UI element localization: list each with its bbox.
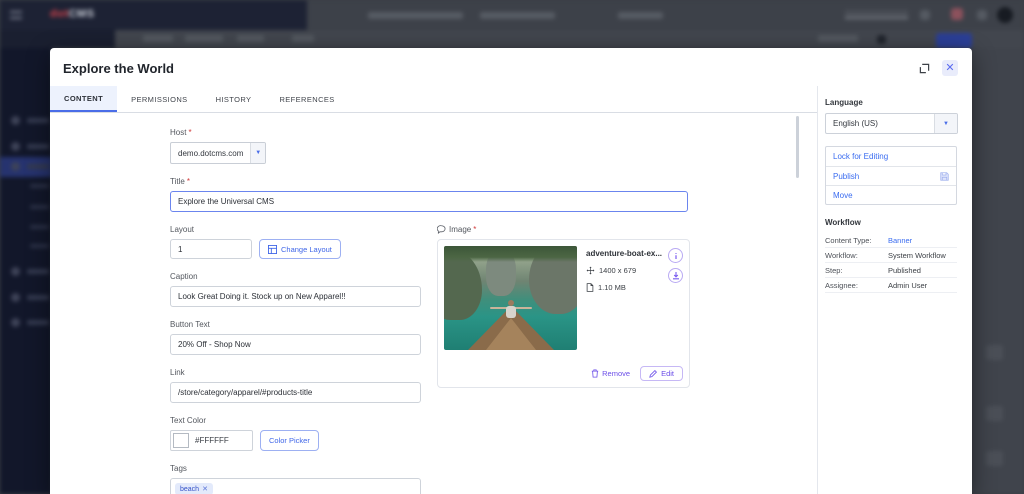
tags-input[interactable]: beach [170,478,421,494]
chip-remove-icon[interactable] [202,485,208,493]
color-picker-button[interactable]: Color Picker [260,430,319,451]
dialog-title: Explore the World [63,61,958,76]
download-icon[interactable] [668,268,683,283]
image-label: Image [449,225,476,234]
host-select[interactable]: demo.dotcms.com ▼ [170,142,266,164]
workflow-row: Workflow: System Workflow [825,248,957,263]
caption-input[interactable] [170,286,421,307]
layout-input[interactable] [170,239,252,259]
toolbar-item [143,35,173,42]
color-swatch[interactable] [173,433,189,448]
caption-label: Caption [170,272,421,281]
link-input[interactable] [170,382,421,403]
chevron-down-icon[interactable]: ▼ [934,114,957,133]
toolbar-item [292,35,314,42]
expand-icon[interactable] [916,60,932,76]
app-topbar: dotCMS [0,0,1024,30]
tab-references[interactable]: REFERENCES [265,86,348,112]
topbar-brand-area: dotCMS [0,0,307,30]
dimensions-icon [586,266,595,275]
notifications-icon[interactable] [951,8,963,20]
grid-icon [268,245,277,254]
dialog-main: CONTENT PERMISSIONS HISTORY REFERENCES H… [50,86,817,494]
title-input[interactable] [170,191,688,212]
language-label: Language [825,98,957,107]
chevron-down-icon[interactable]: ▼ [250,143,265,163]
dialog-side-panel: Language English (US) ▼ Lock for Editing… [817,86,972,494]
global-search-input[interactable] [845,10,908,19]
toolbar-item [237,35,264,42]
move-action[interactable]: Move [826,185,956,204]
workflow-row: Step: Published [825,263,957,278]
toolbar-toggle [877,35,886,44]
rail-icon [986,345,1003,360]
tags-label: Tags [170,464,421,473]
pencil-icon [649,370,657,378]
image-dimensions: 1400 x 679 [599,266,636,275]
content-type-link[interactable]: Banner [888,236,912,245]
tag-chip: beach [175,483,213,494]
language-value: English (US) [826,114,934,133]
screen: dotCMS [0,0,1024,494]
workflow-actions-list: Lock for Editing Publish Move [825,146,957,205]
content-form: Host demo.dotcms.com ▼ Title La [50,113,817,494]
publish-action[interactable]: Publish [826,166,956,185]
file-icon [586,283,594,292]
toolbar-item [818,35,858,42]
avatar[interactable] [997,7,1013,23]
close-icon[interactable]: ✕ [942,60,958,76]
app-sidebar [0,48,52,494]
button-text-label: Button Text [170,320,421,329]
toolbar-item [185,35,223,42]
breadcrumb [618,12,663,19]
workflow-row: Content Type: Banner [825,233,957,248]
text-color-label: Text Color [170,416,421,425]
edit-content-dialog: Explore the World ✕ CONTENT PERMISSIONS … [50,48,972,494]
sidebar-top [0,30,115,48]
breadcrumb [480,12,555,19]
change-layout-button[interactable]: Change Layout [259,239,341,259]
topbar-icon[interactable] [920,10,930,20]
rail-icon [986,406,1003,421]
save-icon [940,172,949,181]
tab-bar: CONTENT PERMISSIONS HISTORY REFERENCES [50,86,817,113]
tab-history[interactable]: HISTORY [202,86,266,112]
link-label: Link [170,368,421,377]
breadcrumb [368,12,463,19]
color-value-box[interactable] [170,430,253,451]
image-field-card: adventure-boat-ex... 1400 x 679 1.10 MB [437,239,690,388]
lock-for-editing-action[interactable]: Lock for Editing [826,147,956,166]
image-filesize: 1.10 MB [598,283,626,292]
info-icon[interactable] [668,248,683,263]
hex-input[interactable] [195,436,243,445]
rail-icon [986,451,1003,466]
menu-icon[interactable] [10,11,22,19]
image-filename: adventure-boat-ex... [586,249,662,258]
app-subtoolbar [0,30,1024,48]
scrollbar[interactable] [796,116,799,178]
edit-image-button[interactable]: Edit [640,366,683,381]
comment-icon [437,225,446,234]
layout-label: Layout [170,225,421,234]
help-icon[interactable] [977,10,987,20]
host-value: demo.dotcms.com [171,143,250,163]
remove-image-button[interactable]: Remove [591,369,630,378]
app-logo: dotCMS [50,8,95,20]
workflow-label: Workflow [825,218,957,227]
tab-content[interactable]: CONTENT [50,86,117,112]
workflow-row: Assignee: Admin User [825,278,957,293]
trash-icon [591,369,599,378]
dialog-header: Explore the World ✕ [50,48,972,86]
title-label: Title [170,177,817,186]
app-right-rail [972,48,1024,494]
language-select[interactable]: English (US) ▼ [825,113,958,134]
host-label: Host [170,128,817,137]
primary-action-button [936,33,972,48]
button-text-input[interactable] [170,334,421,355]
image-thumbnail[interactable] [444,246,577,350]
tab-permissions[interactable]: PERMISSIONS [117,86,202,112]
